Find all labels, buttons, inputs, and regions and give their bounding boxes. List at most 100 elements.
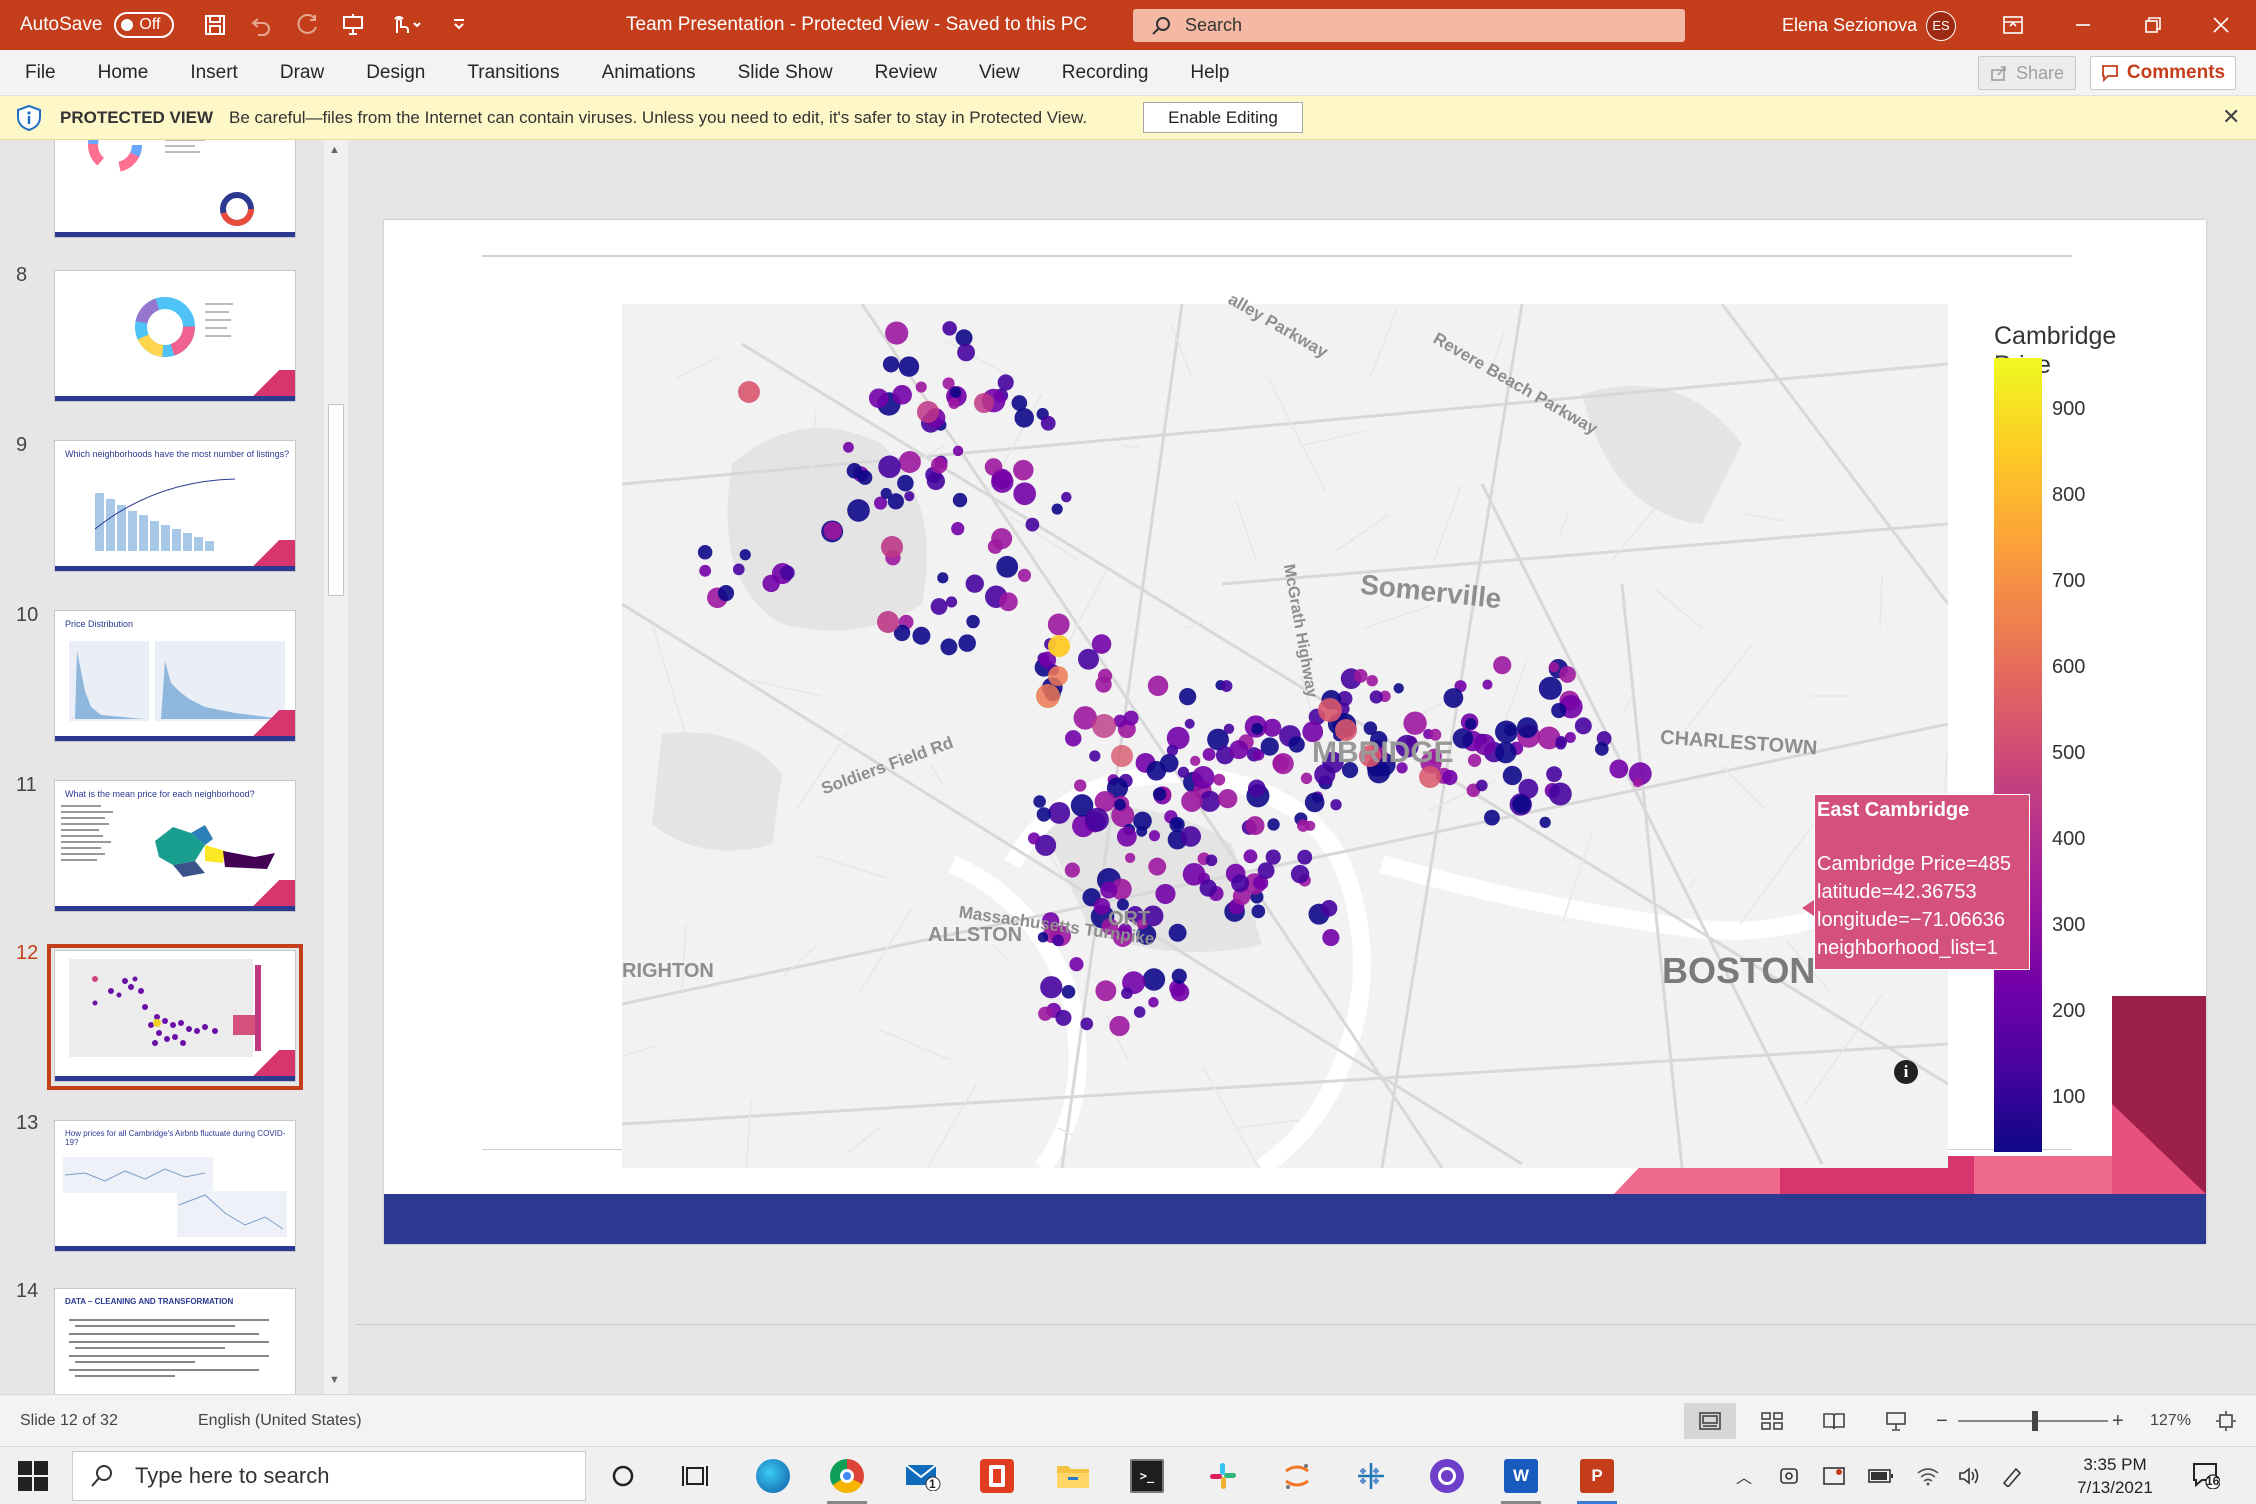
slideshow-view-icon[interactable] bbox=[1870, 1403, 1922, 1439]
listing-point[interactable] bbox=[823, 521, 842, 540]
listing-point[interactable] bbox=[1040, 415, 1056, 431]
listing-point[interactable] bbox=[1121, 987, 1133, 1000]
listing-point[interactable] bbox=[882, 356, 900, 373]
powerpoint-icon[interactable]: P bbox=[1576, 1455, 1618, 1497]
listing-point[interactable] bbox=[1184, 718, 1195, 729]
listing-point[interactable] bbox=[1555, 736, 1568, 748]
listing-point[interactable] bbox=[878, 455, 901, 479]
chrome-browser-icon[interactable] bbox=[826, 1455, 868, 1497]
listing-point[interactable] bbox=[699, 564, 712, 577]
listing-point[interactable] bbox=[1013, 459, 1034, 481]
listing-point[interactable] bbox=[1464, 718, 1477, 730]
listing-point[interactable] bbox=[1257, 862, 1275, 880]
listing-point[interactable] bbox=[1300, 772, 1313, 785]
zoom-in-button[interactable]: + bbox=[2112, 1395, 2124, 1447]
listing-point[interactable] bbox=[1089, 750, 1101, 762]
listing-point[interactable] bbox=[1036, 684, 1060, 708]
listing-point[interactable] bbox=[1539, 816, 1551, 829]
listing-point[interactable] bbox=[1484, 809, 1500, 826]
listing-point[interactable] bbox=[1218, 789, 1238, 809]
listing-point[interactable] bbox=[881, 536, 903, 558]
customize-toolbar-icon[interactable] bbox=[436, 0, 482, 50]
listing-point[interactable] bbox=[996, 555, 1019, 578]
listing-point[interactable] bbox=[1014, 408, 1034, 428]
tab-recording[interactable]: Recording bbox=[1041, 50, 1170, 96]
wifi-icon[interactable] bbox=[1916, 1466, 1940, 1486]
listing-point[interactable] bbox=[1069, 957, 1084, 972]
pen-icon[interactable] bbox=[2000, 1465, 2024, 1487]
listing-point[interactable] bbox=[1061, 985, 1076, 999]
tab-view[interactable]: View bbox=[958, 50, 1041, 96]
language-indicator[interactable]: English (United States) bbox=[198, 1395, 362, 1447]
listing-point[interactable] bbox=[1092, 714, 1116, 738]
listing-point[interactable] bbox=[738, 381, 760, 403]
listing-point[interactable] bbox=[1202, 748, 1216, 761]
battery-icon[interactable] bbox=[1868, 1468, 1894, 1484]
listing-point[interactable] bbox=[1100, 881, 1118, 899]
listing-point[interactable] bbox=[1148, 997, 1159, 1008]
taskbar-search-box[interactable]: Type here to search bbox=[72, 1451, 586, 1501]
slide-thumbnail-14[interactable]: DATA – CLEANING AND TRANSFORMATION bbox=[54, 1288, 296, 1394]
taskbar-clock[interactable]: 3:35 PM 7/13/2021 bbox=[2060, 1453, 2170, 1499]
listing-point[interactable] bbox=[1251, 723, 1263, 735]
listing-point[interactable] bbox=[868, 388, 889, 408]
listing-point[interactable] bbox=[1095, 980, 1117, 1002]
listing-point[interactable] bbox=[1609, 759, 1629, 779]
slack-icon[interactable] bbox=[1202, 1455, 1244, 1497]
slide-thumbnail-11[interactable]: What is the mean price for each neighbor… bbox=[54, 780, 296, 912]
listing-point[interactable] bbox=[1147, 675, 1169, 697]
terminal-icon[interactable]: >_ bbox=[1126, 1455, 1168, 1497]
listing-point[interactable] bbox=[948, 397, 960, 410]
task-view-icon[interactable] bbox=[674, 1455, 716, 1497]
listing-point[interactable] bbox=[955, 329, 973, 347]
listing-point[interactable] bbox=[952, 492, 968, 508]
listing-point[interactable] bbox=[1027, 832, 1040, 845]
listing-point[interactable] bbox=[1025, 517, 1040, 532]
restore-icon[interactable] bbox=[2118, 0, 2188, 50]
listing-point[interactable] bbox=[958, 634, 976, 652]
listing-point[interactable] bbox=[1177, 766, 1190, 778]
listing-point[interactable] bbox=[843, 441, 854, 453]
listing-point[interactable] bbox=[965, 574, 984, 593]
listing-point[interactable] bbox=[1574, 717, 1592, 735]
listing-point[interactable] bbox=[1247, 779, 1266, 798]
listing-point[interactable] bbox=[1353, 669, 1368, 683]
listing-point[interactable] bbox=[1632, 777, 1643, 788]
listing-point[interactable] bbox=[697, 544, 713, 560]
scatter-map[interactable]: Somerville CHARLESTOWN MBRIDGE ALLSTON B… bbox=[622, 289, 1948, 1168]
comments-button[interactable]: Comments bbox=[2090, 56, 2236, 90]
listing-point[interactable] bbox=[1048, 635, 1070, 657]
listing-point[interactable] bbox=[957, 343, 975, 362]
listing-point[interactable] bbox=[1047, 613, 1070, 636]
listing-point[interactable] bbox=[966, 614, 980, 629]
listing-point[interactable] bbox=[1080, 1017, 1094, 1031]
listing-point[interactable] bbox=[930, 598, 948, 615]
listing-point[interactable] bbox=[1085, 807, 1109, 832]
listing-point[interactable] bbox=[997, 374, 1014, 391]
listing-point[interactable] bbox=[1148, 857, 1167, 876]
normal-view-icon[interactable] bbox=[1684, 1403, 1736, 1439]
listing-point[interactable] bbox=[897, 474, 914, 492]
listing-point[interactable] bbox=[951, 522, 965, 536]
listing-point[interactable] bbox=[1476, 779, 1488, 792]
zoom-slider-thumb[interactable] bbox=[2032, 1411, 2038, 1431]
listing-point[interactable] bbox=[1297, 849, 1313, 865]
listing-point[interactable] bbox=[1322, 928, 1340, 947]
listing-point[interactable] bbox=[1109, 1015, 1130, 1037]
listing-point[interactable] bbox=[1048, 801, 1071, 824]
listing-point[interactable] bbox=[1267, 818, 1280, 831]
listing-point[interactable] bbox=[950, 386, 962, 398]
listing-point[interactable] bbox=[1116, 826, 1137, 847]
tab-insert[interactable]: Insert bbox=[169, 50, 259, 96]
close-icon[interactable] bbox=[2186, 0, 2256, 50]
listing-point[interactable] bbox=[1051, 503, 1063, 515]
scroll-up-icon[interactable]: ▲ bbox=[329, 144, 340, 156]
redo-icon[interactable] bbox=[284, 0, 330, 50]
listing-point[interactable] bbox=[974, 393, 994, 413]
show-hidden-icons-icon[interactable]: ︿ bbox=[1736, 1464, 1752, 1488]
listing-point[interactable] bbox=[991, 470, 1014, 493]
listing-point[interactable] bbox=[904, 491, 915, 502]
tab-transitions[interactable]: Transitions bbox=[446, 50, 580, 96]
listing-point[interactable] bbox=[1551, 702, 1567, 719]
listing-point[interactable] bbox=[1393, 683, 1404, 694]
